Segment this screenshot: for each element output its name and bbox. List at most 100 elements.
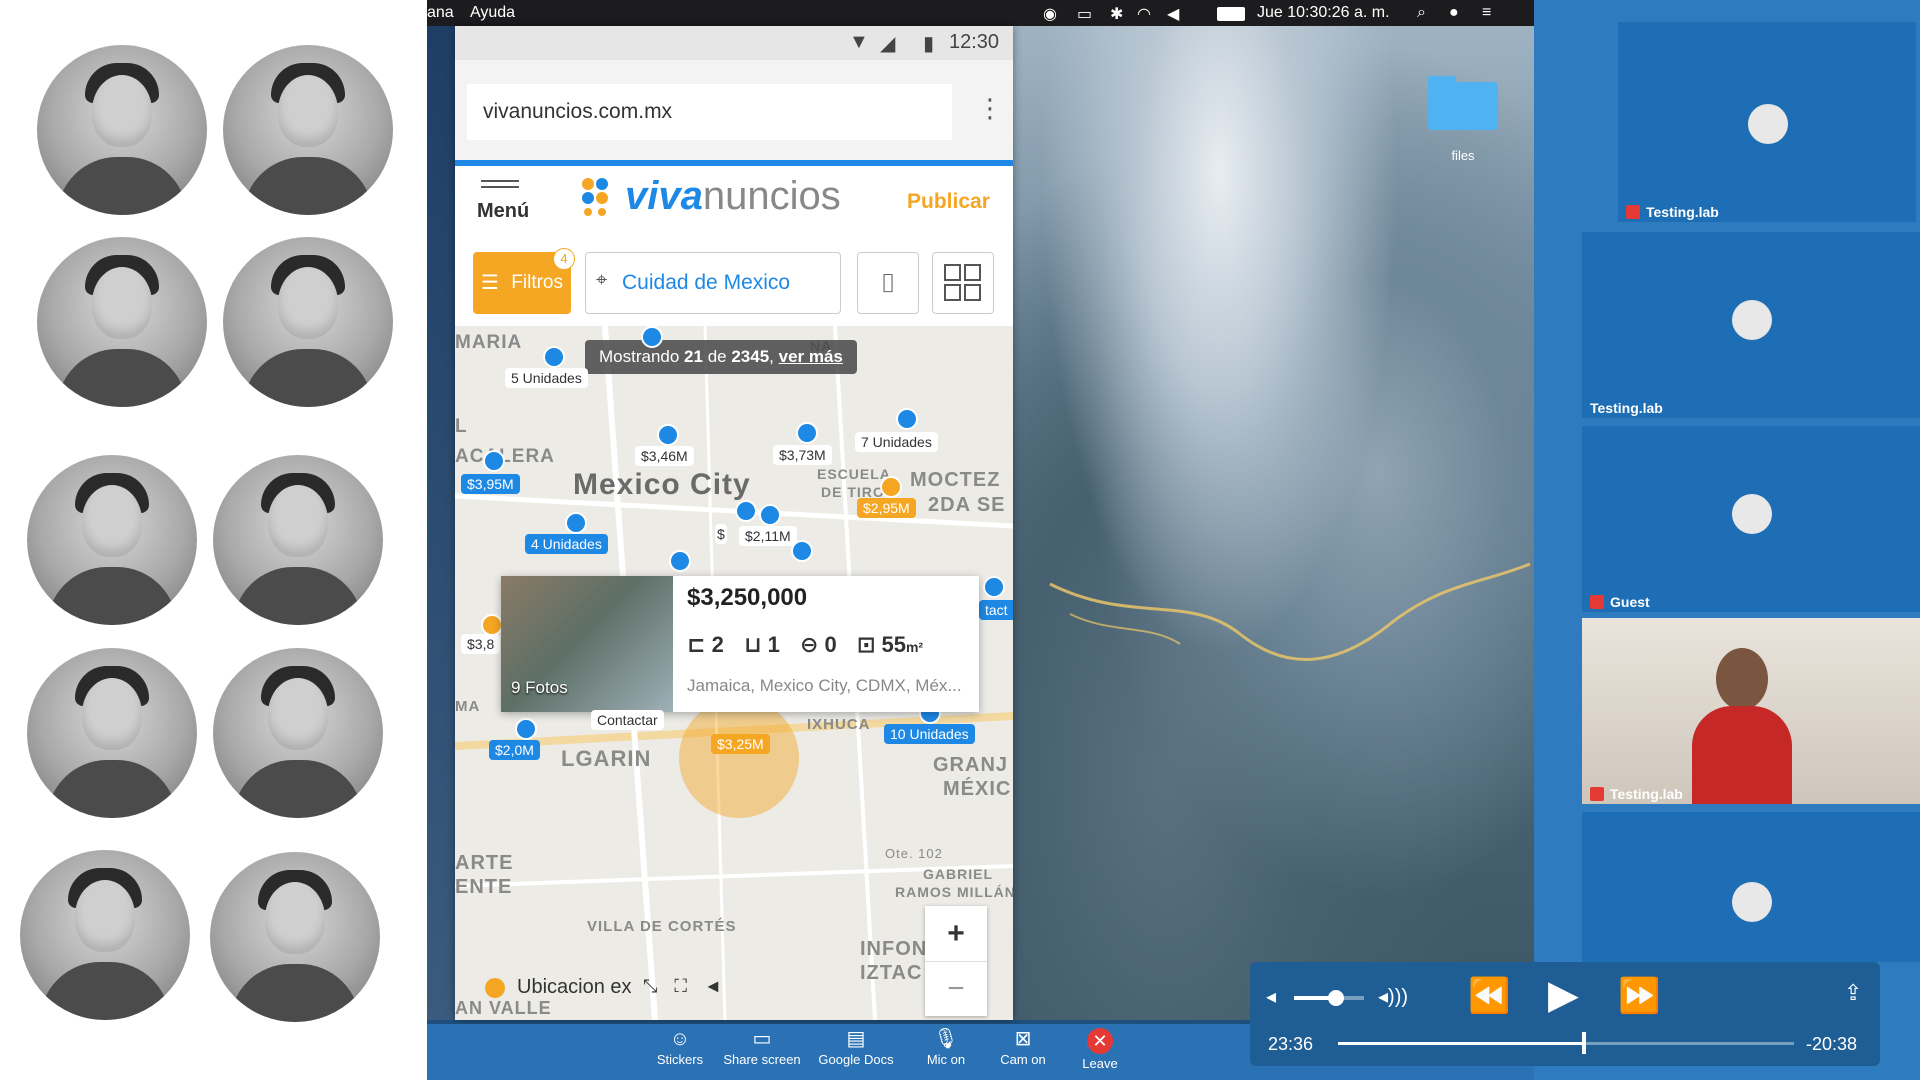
participant-avatar[interactable] <box>27 455 197 625</box>
battery-icon[interactable] <box>1217 7 1245 21</box>
airplay-icon[interactable]: ▭ <box>1077 4 1092 24</box>
see-more-link[interactable]: ver más <box>779 347 843 366</box>
stickers-button[interactable]: ☺ Stickers <box>643 1028 717 1067</box>
browser-menu-icon[interactable]: ⋮ <box>977 95 1003 121</box>
progress-bar[interactable] <box>1338 1032 1794 1054</box>
camera-button[interactable]: ⊠ Cam on <box>986 1028 1060 1067</box>
menu-help[interactable]: Ayuda <box>470 4 515 22</box>
map-price-label[interactable]: $3,25M <box>711 734 770 754</box>
legend-label: Ubicacion ex <box>517 976 632 998</box>
video-tile[interactable] <box>1582 812 1920 962</box>
map-pin[interactable] <box>880 476 902 498</box>
map-pin[interactable] <box>641 326 663 348</box>
map-price-label[interactable]: $2,0M <box>489 740 540 760</box>
map-pin[interactable] <box>565 512 587 534</box>
participant-avatar[interactable] <box>213 648 383 818</box>
exit-fullscreen-icon[interactable]: ⤡ <box>643 976 657 996</box>
fullscreen-icon[interactable]: ⛶ <box>674 976 687 996</box>
progress-fill <box>1338 1042 1585 1045</box>
volume-high-icon[interactable]: ◂))) <box>1378 984 1408 1009</box>
contact-label[interactable]: Contactar <box>591 710 664 730</box>
zoom-out-button[interactable]: − <box>925 962 987 1016</box>
google-docs-button[interactable]: ▤ Google Docs <box>813 1028 899 1067</box>
map-pin[interactable] <box>543 346 565 368</box>
menu-button[interactable] <box>481 176 519 192</box>
map-view[interactable]: MARIA L ACALERA Mexico City NA ESCUELA D… <box>455 326 1013 1020</box>
map-price-label[interactable]: $ <box>715 524 727 544</box>
map-price-label[interactable]: $2,95M <box>857 498 916 518</box>
location-pin-icon: ⌖ <box>596 269 608 291</box>
map-price-label[interactable]: $3,46M <box>635 446 694 466</box>
map-pin[interactable] <box>896 408 918 430</box>
speaker-icon[interactable]: ◄ <box>704 976 722 996</box>
spotlight-search-icon[interactable]: ⌕ <box>1417 4 1426 22</box>
files-folder[interactable]: files <box>1428 76 1498 163</box>
map-label: VILLA DE CORTÉS <box>587 918 737 935</box>
participant-avatar[interactable] <box>223 237 393 407</box>
map-price-label[interactable]: $2,11M <box>739 526 797 546</box>
participant-avatar[interactable] <box>210 852 380 1022</box>
location-field[interactable]: ⌖ Cuidad de Mexico <box>585 252 841 314</box>
fast-forward-button[interactable]: ⏩ <box>1618 976 1660 1016</box>
map-contact-label[interactable]: tact <box>979 600 1013 620</box>
map-cluster-label[interactable]: 10 Unidades <box>884 724 975 744</box>
map-pin[interactable] <box>483 450 505 472</box>
listing-card[interactable]: 9 Fotos $3,250,000 ⊏ 2 ⊔ 1 ⊖ 0 ⊡ 55m² Ja… <box>501 576 979 712</box>
video-tile-active[interactable]: Testing.lab <box>1582 618 1920 804</box>
map-pin[interactable] <box>735 500 757 522</box>
participant-avatar[interactable] <box>20 850 190 1020</box>
participant-avatar[interactable] <box>37 45 207 215</box>
volume-knob[interactable] <box>1328 990 1344 1006</box>
volume-low-icon[interactable]: ◂ <box>1266 984 1276 1009</box>
map-cluster-label[interactable]: 5 Unidades <box>505 368 588 388</box>
map-pin[interactable] <box>481 614 503 636</box>
video-tile[interactable]: Testing.lab <box>1582 232 1920 418</box>
participant-avatar[interactable] <box>27 648 197 818</box>
floating-controls: ⤡ ⛶ ◄ <box>643 976 793 1004</box>
map-pin[interactable] <box>791 540 813 562</box>
participant-avatar[interactable] <box>213 455 383 625</box>
leave-button[interactable]: ✕ Leave <box>1063 1028 1137 1071</box>
listing-photo[interactable]: 9 Fotos <box>501 576 673 712</box>
menu-app-name[interactable]: ana <box>427 4 454 22</box>
map-label: AN VALLE <box>455 998 552 1018</box>
video-tile[interactable]: Guest <box>1582 426 1920 612</box>
brand-logo-icon[interactable] <box>580 176 620 216</box>
wifi-icon[interactable]: ◠ <box>1137 4 1151 24</box>
map-pin[interactable] <box>759 504 781 526</box>
map-price-label[interactable]: $3,95M <box>461 474 520 494</box>
grid-view-button[interactable] <box>932 252 994 314</box>
volume-icon[interactable]: ◀ <box>1167 4 1179 24</box>
bookmark-icon[interactable]: ⌷ <box>857 252 919 314</box>
mic-button[interactable]: 🎙 Mic on <box>909 1028 983 1067</box>
publish-link[interactable]: Publicar <box>907 190 990 214</box>
siri-icon[interactable]: ● <box>1449 4 1459 22</box>
map-pin[interactable] <box>796 422 818 444</box>
map-price-label[interactable]: $3,8 <box>461 634 501 654</box>
filters-button[interactable]: ☰ Filtros 4 <box>473 248 575 314</box>
volume-slider[interactable] <box>1294 990 1364 1006</box>
url-field[interactable]: vivanuncios.com.mx <box>467 84 952 140</box>
bluetooth-icon[interactable]: ✱ <box>1110 4 1123 24</box>
notification-center-icon[interactable]: ≡ <box>1482 4 1491 22</box>
map-price-label[interactable]: $3,73M <box>773 445 832 465</box>
map-pin[interactable] <box>983 576 1005 598</box>
globe-icon[interactable]: ◉ <box>1043 4 1057 24</box>
map-cluster-label[interactable]: 4 Unidades <box>525 534 608 554</box>
menubar-clock[interactable]: Jue 10:30:26 a. m. <box>1257 4 1390 22</box>
share-screen-button[interactable]: ▭ Share screen <box>719 1028 805 1067</box>
map-pin[interactable] <box>657 424 679 446</box>
play-button[interactable]: ▶ <box>1548 972 1579 1018</box>
progress-handle[interactable] <box>1582 1032 1587 1054</box>
map-pin[interactable] <box>515 718 537 740</box>
menu-label[interactable]: Menú <box>477 200 529 223</box>
video-tile[interactable]: Testing.lab <box>1618 22 1916 222</box>
rewind-button[interactable]: ⏪ <box>1468 976 1510 1016</box>
participant-avatar[interactable] <box>223 45 393 215</box>
map-pin[interactable] <box>669 550 691 572</box>
participant-avatar[interactable] <box>37 237 207 407</box>
share-icon[interactable]: ⇪ <box>1844 980 1862 1006</box>
map-cluster-label[interactable]: 7 Unidades <box>855 432 938 452</box>
zoom-in-button[interactable]: + <box>925 906 987 962</box>
brand-name[interactable]: vivanuncios <box>625 174 841 219</box>
